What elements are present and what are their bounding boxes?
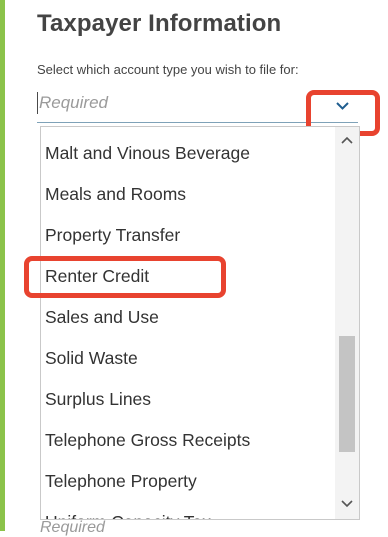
chevron-up-icon[interactable] xyxy=(341,135,353,145)
dropdown-scrollbar[interactable] xyxy=(335,127,359,519)
section-title: Taxpayer Information xyxy=(37,10,282,37)
dropdown-list[interactable]: Malt and Vinous Beverage Meals and Rooms… xyxy=(40,126,360,520)
list-item[interactable]: Surplus Lines xyxy=(41,379,331,419)
account-type-placeholder: Required xyxy=(39,93,108,112)
list-item[interactable]: Solid Waste xyxy=(41,338,331,378)
left-accent-bar xyxy=(0,0,5,531)
next-field-placeholder: Required xyxy=(40,519,105,536)
account-type-label: Select which account type you wish to fi… xyxy=(37,62,299,77)
list-item[interactable]: Telephone Property xyxy=(41,461,331,501)
list-item[interactable]: Sales and Use xyxy=(41,297,331,337)
list-item[interactable]: Telephone Gross Receipts xyxy=(41,420,331,460)
chevron-down-icon[interactable] xyxy=(341,499,353,509)
renter-credit-highlight xyxy=(24,256,226,298)
list-item[interactable]: Meals and Rooms xyxy=(41,174,331,214)
list-item[interactable]: Property Transfer xyxy=(41,215,331,255)
list-item[interactable]: Uniform Capacity Tax xyxy=(41,502,331,519)
text-caret xyxy=(37,92,38,114)
chevron-down-icon xyxy=(336,102,349,110)
list-item[interactable]: Malt and Vinous Beverage xyxy=(41,133,331,173)
scrollbar-thumb[interactable] xyxy=(339,336,355,452)
